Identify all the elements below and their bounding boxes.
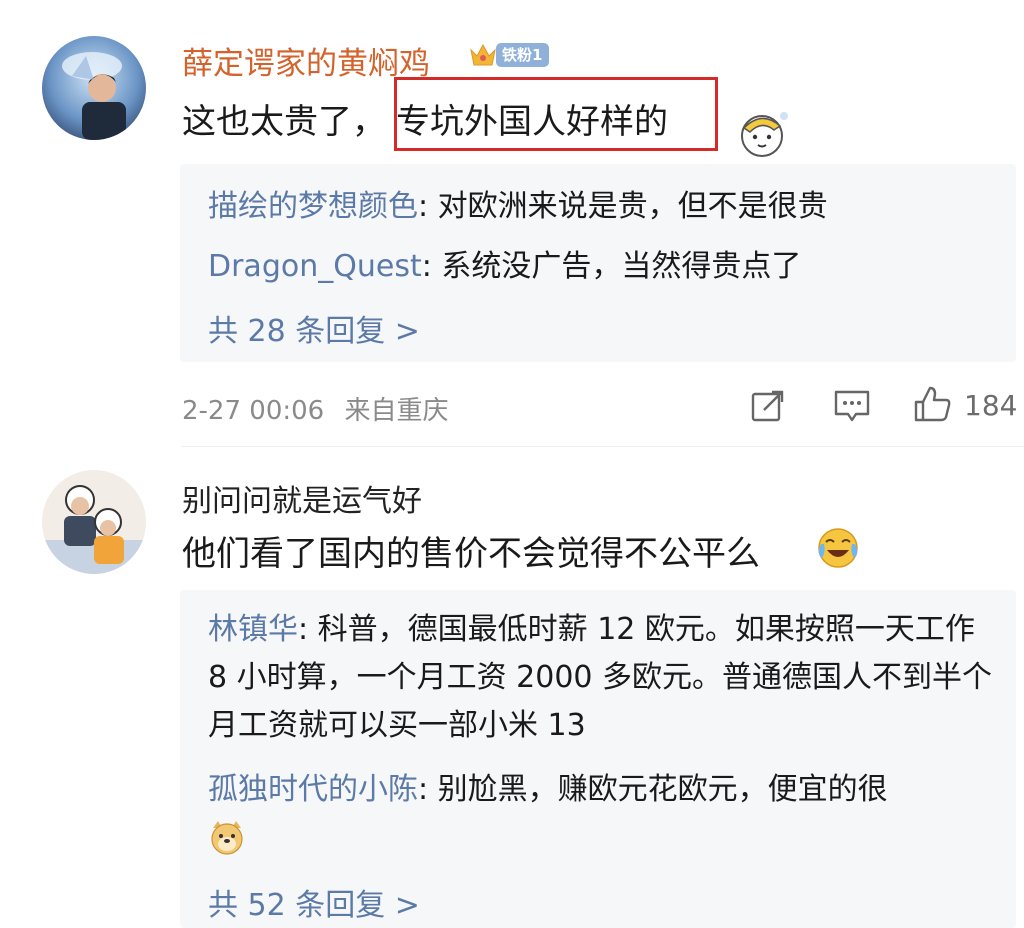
comment-meta: 2-27 00:06 来自重庆 bbox=[182, 390, 448, 427]
reply-item[interactable]: Dragon_Quest: 系统没广告，当然得贵点了 bbox=[208, 248, 801, 286]
reply-separator: : bbox=[418, 189, 438, 224]
comment-icon[interactable] bbox=[832, 386, 872, 426]
comment-username[interactable]: 别问问就是运气好 bbox=[182, 476, 422, 520]
reply-separator: : bbox=[421, 249, 442, 284]
comment-location: 来自重庆 bbox=[344, 396, 449, 426]
avatar-image bbox=[42, 36, 146, 140]
share-icon[interactable] bbox=[748, 386, 788, 426]
laugh-cry-emoji-icon bbox=[818, 528, 858, 568]
comment-divider bbox=[182, 446, 1024, 447]
reply-separator: : bbox=[298, 612, 318, 647]
avatar[interactable] bbox=[42, 470, 146, 574]
doge-emoji-icon bbox=[211, 821, 243, 855]
reply-username[interactable]: 描绘的梦想颜色 bbox=[208, 189, 418, 224]
reply-username[interactable]: 林镇华 bbox=[208, 612, 298, 647]
comment-text: 他们看了国内的售价不会觉得不公平么 bbox=[182, 526, 760, 575]
highlight-box bbox=[394, 77, 718, 151]
reply-username[interactable]: Dragon_Quest bbox=[208, 249, 422, 284]
reply-item[interactable]: 描绘的梦想颜色: 对欧洲来说是贵，但不是很贵 bbox=[208, 188, 828, 226]
fan-badge-label: 铁粉1 bbox=[496, 43, 550, 67]
reply-item[interactable]: 孤独时代的小陈: 别尬黑，赚欧元花欧元，便宜的很 bbox=[208, 766, 998, 814]
like-count: 184 bbox=[964, 389, 1018, 422]
more-replies-link[interactable]: 共 28 条回复 > bbox=[208, 306, 420, 350]
comment-text-plain: 这也太贵了， bbox=[182, 102, 386, 142]
reply-text: 科普，德国最低时薪 12 欧元。如果按照一天工作 8 小时算，一个月工资 200… bbox=[208, 612, 993, 743]
fan-badge: 铁粉1 bbox=[468, 40, 550, 70]
reply-separator: : bbox=[418, 772, 438, 807]
reply-username[interactable]: 孤独时代的小陈 bbox=[208, 772, 418, 807]
comment-text-plain: 他们看了国内的售价不会觉得不公平么 bbox=[182, 534, 760, 574]
reply-text: 系统没广告，当然得贵点了 bbox=[441, 249, 802, 284]
avatar-image bbox=[42, 470, 146, 574]
crown-icon bbox=[470, 43, 496, 66]
comment-username[interactable]: 薛定谔家的黄焖鸡 bbox=[182, 38, 430, 83]
reply-text: 对欧洲来说是贵，但不是很贵 bbox=[437, 189, 828, 224]
reply-text: 别尬黑，赚欧元花欧元，便宜的很 bbox=[437, 772, 888, 807]
reply-item[interactable]: 林镇华: 科普，德国最低时薪 12 欧元。如果按照一天工作 8 小时算，一个月工… bbox=[208, 606, 998, 750]
avatar[interactable] bbox=[42, 36, 146, 140]
more-replies-link[interactable]: 共 52 条回复 > bbox=[208, 880, 420, 924]
like-icon[interactable] bbox=[912, 384, 952, 424]
sticker-emoji-icon bbox=[741, 112, 788, 157]
comment-timestamp: 2-27 00:06 bbox=[182, 396, 325, 426]
